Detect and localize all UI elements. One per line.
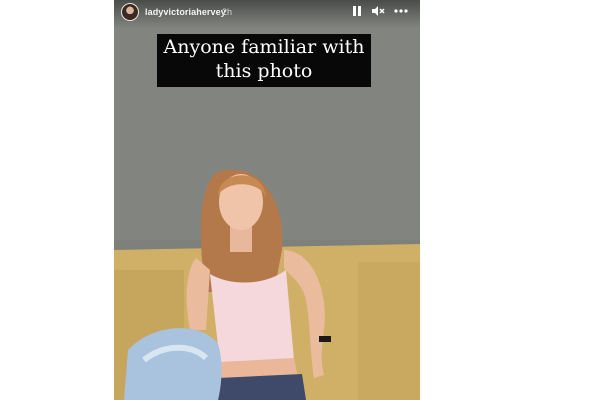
speaker-muted-icon[interactable]	[370, 5, 386, 19]
more-options-icon[interactable]	[393, 5, 409, 19]
pause-icon[interactable]	[350, 5, 364, 19]
story-header: ladyvictoriahervey 2h	[114, 0, 420, 28]
watch	[319, 336, 331, 342]
camisole-top	[210, 270, 294, 364]
story-viewer[interactable]: ladyvictoriahervey 2h Anyone familiar wi…	[114, 0, 420, 400]
jeans	[214, 374, 306, 400]
post-time: 2h	[222, 7, 233, 17]
profile-username[interactable]: ladyvictoriahervey	[145, 7, 226, 17]
story-caption: Anyone familiar with this photo	[157, 34, 371, 87]
profile-avatar[interactable]	[121, 3, 139, 21]
sofa-cushion-right	[358, 262, 420, 400]
